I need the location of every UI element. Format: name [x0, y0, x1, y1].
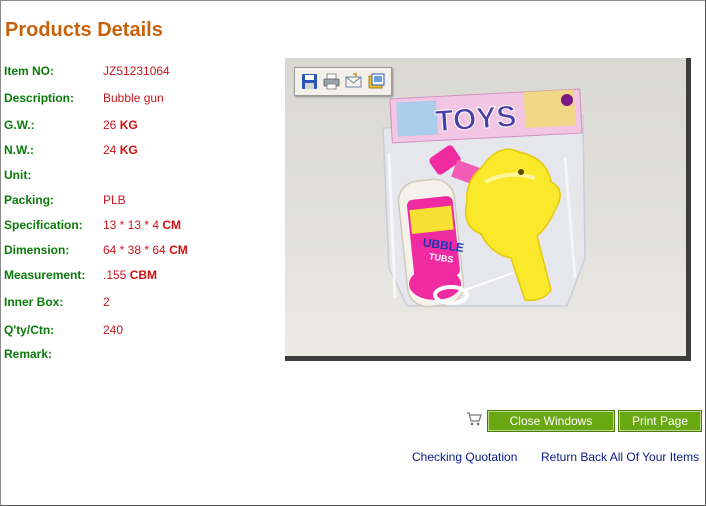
spec-row-inner-box: Inner Box: 2	[4, 295, 274, 311]
spec-row-packing: Packing: PLB	[4, 193, 274, 209]
spec-row-description: Description: Bubble gun	[4, 91, 274, 107]
spec-row-gw: G.W.: 26 KG	[4, 118, 274, 134]
spec-value: JZ51231064	[103, 64, 170, 78]
spec-row-unit: Unit:	[4, 168, 274, 184]
spec-unit: KG	[119, 118, 138, 132]
email-icon[interactable]	[345, 73, 362, 90]
spec-row-qty-ctn: Q'ty/Ctn: 240	[4, 323, 274, 339]
gallery-icon[interactable]	[368, 73, 385, 90]
spec-value: Bubble gun	[103, 91, 164, 105]
product-photo-illustration: TOYS UBBLE TUBS	[382, 88, 586, 308]
spec-value: 64 * 38 * 64 CM	[103, 243, 188, 257]
print-icon[interactable]	[323, 73, 340, 90]
spec-label: Item NO:	[4, 64, 55, 78]
spec-row-specification: Specification: 13 * 13 * 4 CM	[4, 218, 274, 234]
spec-value: 240	[103, 323, 124, 337]
spec-label: Inner Box:	[4, 295, 64, 309]
spec-row-item-no: Item NO: JZ51231064	[4, 64, 274, 80]
spec-value: 2	[103, 295, 110, 309]
spec-label: Unit:	[4, 168, 32, 182]
cart-icon[interactable]	[466, 411, 482, 426]
spec-unit: CBM	[129, 268, 158, 282]
spec-unit: CM	[169, 243, 188, 257]
close-windows-button[interactable]: Close Windows	[487, 410, 615, 432]
spec-label: Measurement:	[4, 268, 86, 282]
spec-row-measurement: Measurement: .155 CBM	[4, 268, 274, 284]
spec-value: 26 KG	[103, 118, 138, 132]
spec-row-nw: N.W.: 24 KG	[4, 143, 274, 159]
print-page-button[interactable]: Print Page	[618, 410, 702, 432]
spec-label: Dimension:	[4, 243, 70, 257]
spec-unit: KG	[119, 143, 138, 157]
checking-quotation-link[interactable]: Checking Quotation	[412, 450, 517, 464]
spec-label: Q'ty/Ctn:	[4, 323, 55, 337]
spec-unit: CM	[162, 218, 182, 232]
spec-label: Packing:	[4, 193, 55, 207]
spec-label: G.W.:	[4, 118, 35, 132]
spec-label: Description:	[4, 91, 75, 105]
spec-value: 24 KG	[103, 143, 138, 157]
spec-value: 13 * 13 * 4 CM	[103, 218, 182, 232]
image-toolbar	[294, 67, 392, 96]
spec-row-dimension: Dimension: 64 * 38 * 64 CM	[4, 243, 274, 259]
spec-value: .155 CBM	[103, 268, 158, 282]
spec-value: PLB	[103, 193, 126, 207]
spec-row-remark: Remark:	[4, 347, 274, 363]
page-title: Products Details	[5, 19, 163, 41]
product-image: TOYS UBBLE TUBS	[285, 58, 691, 361]
spec-label: Specification:	[4, 218, 83, 232]
save-icon[interactable]	[301, 73, 318, 90]
spec-label: N.W.:	[4, 143, 34, 157]
package-label: TOYS	[434, 100, 517, 139]
return-all-items-link[interactable]: Return Back All Of Your Items	[541, 450, 699, 464]
spec-label: Remark:	[4, 347, 53, 361]
